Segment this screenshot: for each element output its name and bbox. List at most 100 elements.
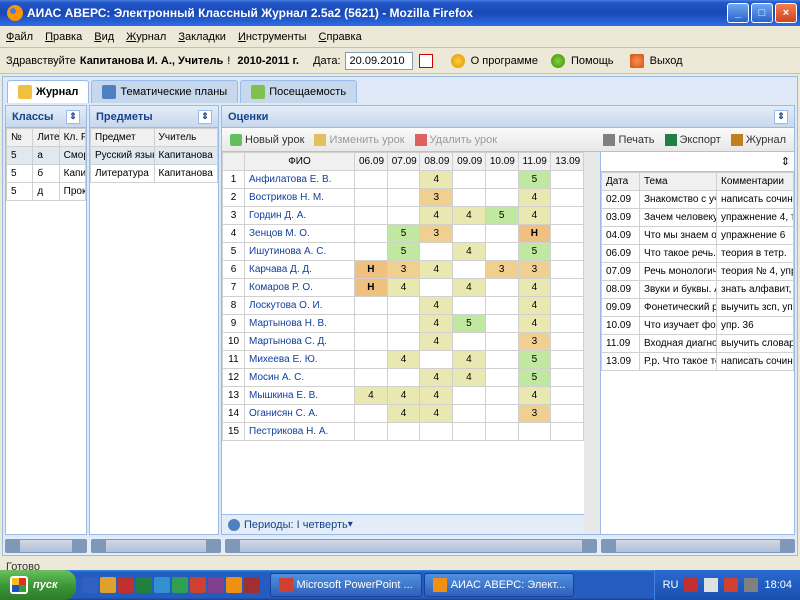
topic-row[interactable]: 11.09Входная диагноствыучить словарны: [602, 335, 794, 353]
attendance-tab-icon: [251, 85, 265, 99]
classes-table: №ЛитеКл. Ру 5аСморк5бКапит5дПроко: [6, 128, 86, 201]
table-row[interactable]: Русский языкКапитанова: [91, 147, 218, 165]
minimize-button[interactable]: _: [727, 3, 749, 23]
table-row[interactable]: 5дПроко: [7, 183, 86, 201]
student-row[interactable]: 6Карчава Д. Д.Н3433: [223, 261, 584, 279]
collapse-icon[interactable]: ⇕: [66, 110, 80, 124]
grades-title: Оценки: [228, 111, 268, 123]
topic-row[interactable]: 08.09Звуки и буквы. Алзнать алфавит, у: [602, 281, 794, 299]
student-row[interactable]: 12Мосин А. С.445: [223, 369, 584, 387]
hscrollbar[interactable]: [5, 539, 87, 553]
menu-journal[interactable]: Журнал: [126, 31, 166, 43]
exit-link[interactable]: Выход: [650, 55, 683, 67]
student-row[interactable]: 8Лоскутова О. И.44: [223, 297, 584, 315]
start-button[interactable]: пуск: [0, 570, 76, 600]
journal-button[interactable]: Журнал: [727, 132, 790, 148]
topic-row[interactable]: 04.09Что мы знаем о руупражнение 6: [602, 227, 794, 245]
grades-table[interactable]: ФИО 06.0907.0908.09 09.0910.0911.0913.09…: [222, 152, 584, 441]
tab-plans[interactable]: Тематические планы: [91, 80, 238, 103]
menu-tools[interactable]: Инструменты: [238, 31, 307, 43]
student-row[interactable]: 4Зенцов М. О.53Н: [223, 225, 584, 243]
system-tray: RU 18:04: [654, 570, 800, 600]
windows-logo-icon: [10, 576, 28, 594]
quick-launch: [76, 577, 266, 593]
taskbar-item-firefox[interactable]: АИАС АВЕРС: Элект...: [424, 573, 575, 597]
app-frame: Журнал Тематические планы Посещаемость К…: [2, 76, 798, 556]
hscrollbar[interactable]: [601, 539, 795, 553]
main-tabs: Журнал Тематические планы Посещаемость: [3, 77, 797, 103]
student-row[interactable]: 1Анфилатова Е. В.45: [223, 171, 584, 189]
tab-attendance[interactable]: Посещаемость: [240, 80, 357, 103]
topic-row[interactable]: 02.09Знакомство с учебнаписать сочинен: [602, 191, 794, 209]
student-row[interactable]: 3Гордин Д. А.4454: [223, 207, 584, 225]
windows-taskbar: пуск Microsoft PowerPoint ... АИАС АВЕРС…: [0, 570, 800, 600]
exit-icon[interactable]: [630, 54, 644, 68]
info-icon[interactable]: [451, 54, 465, 68]
student-row[interactable]: 5Ишутинова А. С.545: [223, 243, 584, 261]
menu-help[interactable]: Справка: [319, 31, 362, 43]
tray-icon[interactable]: [684, 578, 698, 592]
topic-row[interactable]: 03.09Зачем человеку нуупражнение 4, те: [602, 209, 794, 227]
student-row[interactable]: 7Комаров Р. О.Н444: [223, 279, 584, 297]
edit-lesson-button[interactable]: Изменить урок: [310, 132, 408, 148]
pencil-icon: [314, 134, 326, 146]
print-button[interactable]: Печать: [599, 132, 658, 148]
table-row[interactable]: 5аСморк: [7, 147, 86, 165]
delete-lesson-button[interactable]: Удалить урок: [411, 132, 501, 148]
tab-journal[interactable]: Журнал: [7, 80, 89, 103]
topic-row[interactable]: 10.09Что изучает фонеупр. 36: [602, 317, 794, 335]
taskbar-item-powerpoint[interactable]: Microsoft PowerPoint ...: [270, 573, 422, 597]
tray-icon[interactable]: [704, 578, 718, 592]
collapse-icon[interactable]: ⇕: [774, 110, 788, 124]
export-button[interactable]: Экспорт: [661, 132, 725, 148]
app-icon[interactable]: [118, 577, 134, 593]
student-row[interactable]: 13Мышкина Е. В.4444: [223, 387, 584, 405]
close-button[interactable]: ×: [775, 3, 797, 23]
excel-icon[interactable]: [172, 577, 188, 593]
about-link[interactable]: О программе: [471, 55, 538, 67]
table-row[interactable]: 5бКапит: [7, 165, 86, 183]
collapse-icon[interactable]: ⇕: [198, 110, 212, 124]
student-row[interactable]: 11Михеева Е. Ю.445: [223, 351, 584, 369]
periods-bar[interactable]: Периоды: I четверть ▾: [222, 514, 584, 534]
ie-icon[interactable]: [82, 577, 98, 593]
maximize-button[interactable]: □: [751, 3, 773, 23]
menu-file[interactable]: Файл: [6, 31, 33, 43]
firefox-icon[interactable]: [226, 577, 242, 593]
student-row[interactable]: 10Мартынова С. Д.43: [223, 333, 584, 351]
student-row[interactable]: 2Востриков Н. М.34: [223, 189, 584, 207]
student-row[interactable]: 15Пестрикова Н. А.: [223, 423, 584, 441]
menu-view[interactable]: Вид: [94, 31, 114, 43]
hscrollbar[interactable]: [225, 539, 597, 553]
hscroll-row: [3, 537, 797, 555]
word-icon[interactable]: [154, 577, 170, 593]
collapse-icon[interactable]: ⇕: [781, 155, 790, 168]
topics-table[interactable]: ДатаТемаКомментарии 02.09Знакомство с уч…: [601, 172, 794, 371]
volume-icon[interactable]: [744, 578, 758, 592]
explorer-icon[interactable]: [100, 577, 116, 593]
app-icon[interactable]: [136, 577, 152, 593]
help-icon[interactable]: [551, 54, 565, 68]
topic-row[interactable]: 07.09Речь монологичестеория № 4, упр.: [602, 263, 794, 281]
topic-row[interactable]: 09.09Фонетический развыучить зсп, упр: [602, 299, 794, 317]
date-input[interactable]: [345, 52, 413, 70]
menu-bookmarks[interactable]: Закладки: [178, 31, 226, 43]
new-lesson-button[interactable]: Новый урок: [226, 132, 308, 148]
student-row[interactable]: 14Оганисян С. А.443: [223, 405, 584, 423]
topic-row[interactable]: 13.09Р.р. Что такое текнаписать сочинен: [602, 353, 794, 371]
hscrollbar[interactable]: [91, 539, 221, 553]
antivirus-icon[interactable]: [724, 578, 738, 592]
menu-edit[interactable]: Правка: [45, 31, 82, 43]
app-icon[interactable]: [208, 577, 224, 593]
excel-icon: [665, 134, 677, 146]
help-link[interactable]: Помощь: [571, 55, 614, 67]
powerpoint-icon[interactable]: [190, 577, 206, 593]
calendar-icon[interactable]: [419, 54, 433, 68]
language-indicator[interactable]: RU: [663, 579, 679, 591]
topic-row[interactable]: 06.09Что такое речь.теория в тетр.: [602, 245, 794, 263]
clock[interactable]: 18:04: [764, 579, 792, 591]
student-row[interactable]: 9Мартынова Н. В.454: [223, 315, 584, 333]
table-row[interactable]: ЛитератураКапитанова: [91, 165, 218, 183]
app-icon[interactable]: [244, 577, 260, 593]
vertical-scrollbar[interactable]: [584, 152, 600, 534]
